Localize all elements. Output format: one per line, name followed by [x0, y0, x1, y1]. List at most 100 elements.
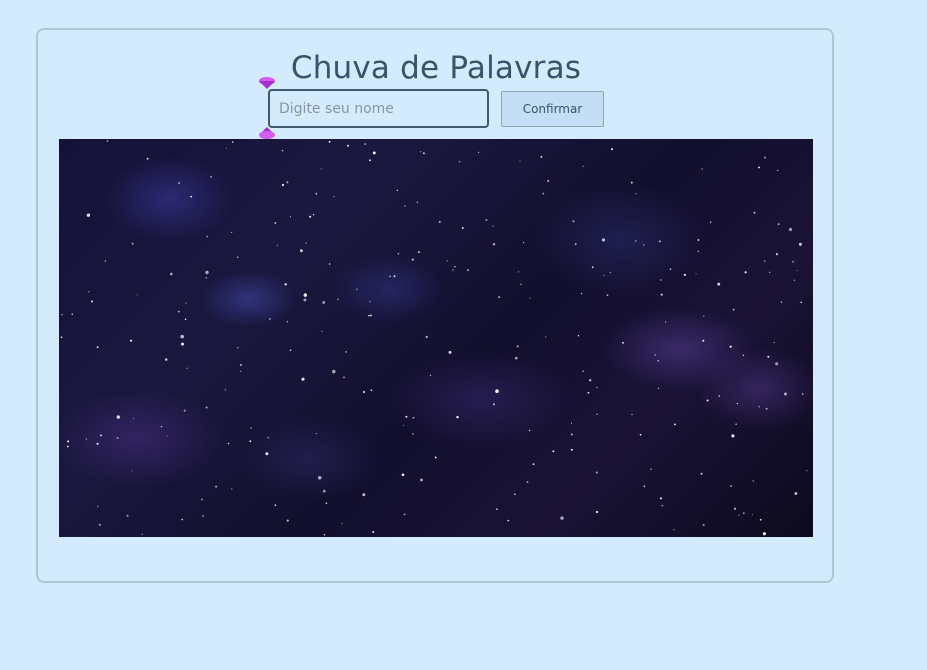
- star: [642, 244, 645, 246]
- star: [736, 402, 739, 405]
- star: [792, 260, 794, 263]
- star: [591, 266, 594, 269]
- star: [224, 389, 226, 391]
- star: [710, 221, 712, 223]
- star: [303, 293, 308, 297]
- star: [369, 300, 371, 303]
- star: [284, 283, 287, 286]
- star: [485, 219, 488, 222]
- star: [372, 530, 375, 534]
- star: [730, 485, 733, 488]
- star: [90, 300, 94, 303]
- star: [320, 168, 322, 170]
- star: [630, 181, 633, 184]
- star: [98, 523, 101, 526]
- star: [731, 434, 735, 438]
- star: [420, 478, 423, 482]
- star: [267, 436, 270, 439]
- game-canvas[interactable]: [59, 139, 813, 537]
- star: [239, 364, 242, 366]
- star: [717, 282, 721, 286]
- star: [420, 151, 422, 153]
- star: [372, 151, 376, 155]
- star: [412, 416, 415, 419]
- star: [289, 349, 292, 352]
- star: [332, 369, 336, 374]
- star: [520, 283, 522, 285]
- star: [492, 403, 495, 406]
- star: [702, 339, 705, 342]
- star: [519, 160, 521, 162]
- star: [700, 472, 703, 475]
- star: [370, 389, 373, 392]
- star: [529, 297, 531, 299]
- star: [61, 314, 63, 316]
- star: [800, 301, 802, 304]
- star: [528, 429, 531, 432]
- star: [370, 314, 372, 317]
- star: [560, 516, 564, 520]
- star: [577, 335, 580, 337]
- star: [397, 252, 400, 255]
- star: [411, 258, 414, 261]
- star: [422, 152, 425, 155]
- star: [405, 415, 408, 418]
- star: [178, 182, 181, 184]
- star: [733, 507, 737, 510]
- star: [732, 308, 735, 311]
- star: [589, 379, 592, 382]
- name-input[interactable]: [268, 89, 489, 128]
- star: [269, 318, 271, 320]
- star: [305, 242, 307, 244]
- star: [60, 336, 63, 338]
- star: [356, 288, 358, 290]
- star: [315, 192, 318, 195]
- star: [477, 151, 480, 153]
- star: [104, 260, 107, 262]
- star: [265, 452, 269, 456]
- star: [403, 424, 404, 426]
- star: [706, 399, 709, 402]
- star: [606, 294, 609, 297]
- star: [622, 341, 624, 344]
- star: [337, 298, 339, 300]
- star: [448, 350, 452, 354]
- star: [596, 413, 598, 415]
- star: [545, 336, 547, 338]
- star: [547, 179, 550, 182]
- star: [180, 334, 184, 339]
- star: [429, 374, 432, 377]
- star: [758, 406, 760, 408]
- star: [160, 425, 163, 428]
- star: [517, 271, 520, 273]
- star: [796, 269, 798, 271]
- star: [67, 440, 70, 443]
- star: [701, 168, 703, 170]
- star: [507, 519, 510, 522]
- confirm-button[interactable]: Confirmar: [501, 91, 604, 127]
- star: [639, 433, 642, 436]
- star: [718, 395, 721, 397]
- star: [459, 161, 461, 163]
- star: [328, 140, 331, 143]
- star: [343, 376, 345, 379]
- star: [466, 269, 469, 272]
- star: [515, 356, 518, 360]
- star: [146, 157, 149, 160]
- star: [106, 140, 109, 142]
- star: [695, 273, 697, 275]
- star: [609, 271, 612, 274]
- star: [205, 270, 209, 275]
- star: [88, 291, 90, 293]
- star: [418, 251, 420, 253]
- star: [697, 250, 699, 253]
- star: [581, 293, 583, 295]
- star: [362, 493, 366, 497]
- star: [323, 534, 326, 536]
- star: [763, 156, 766, 159]
- purple-gem-icon: [259, 127, 275, 139]
- star: [232, 141, 234, 143]
- star: [753, 211, 756, 214]
- star: [96, 442, 99, 445]
- star: [514, 493, 516, 495]
